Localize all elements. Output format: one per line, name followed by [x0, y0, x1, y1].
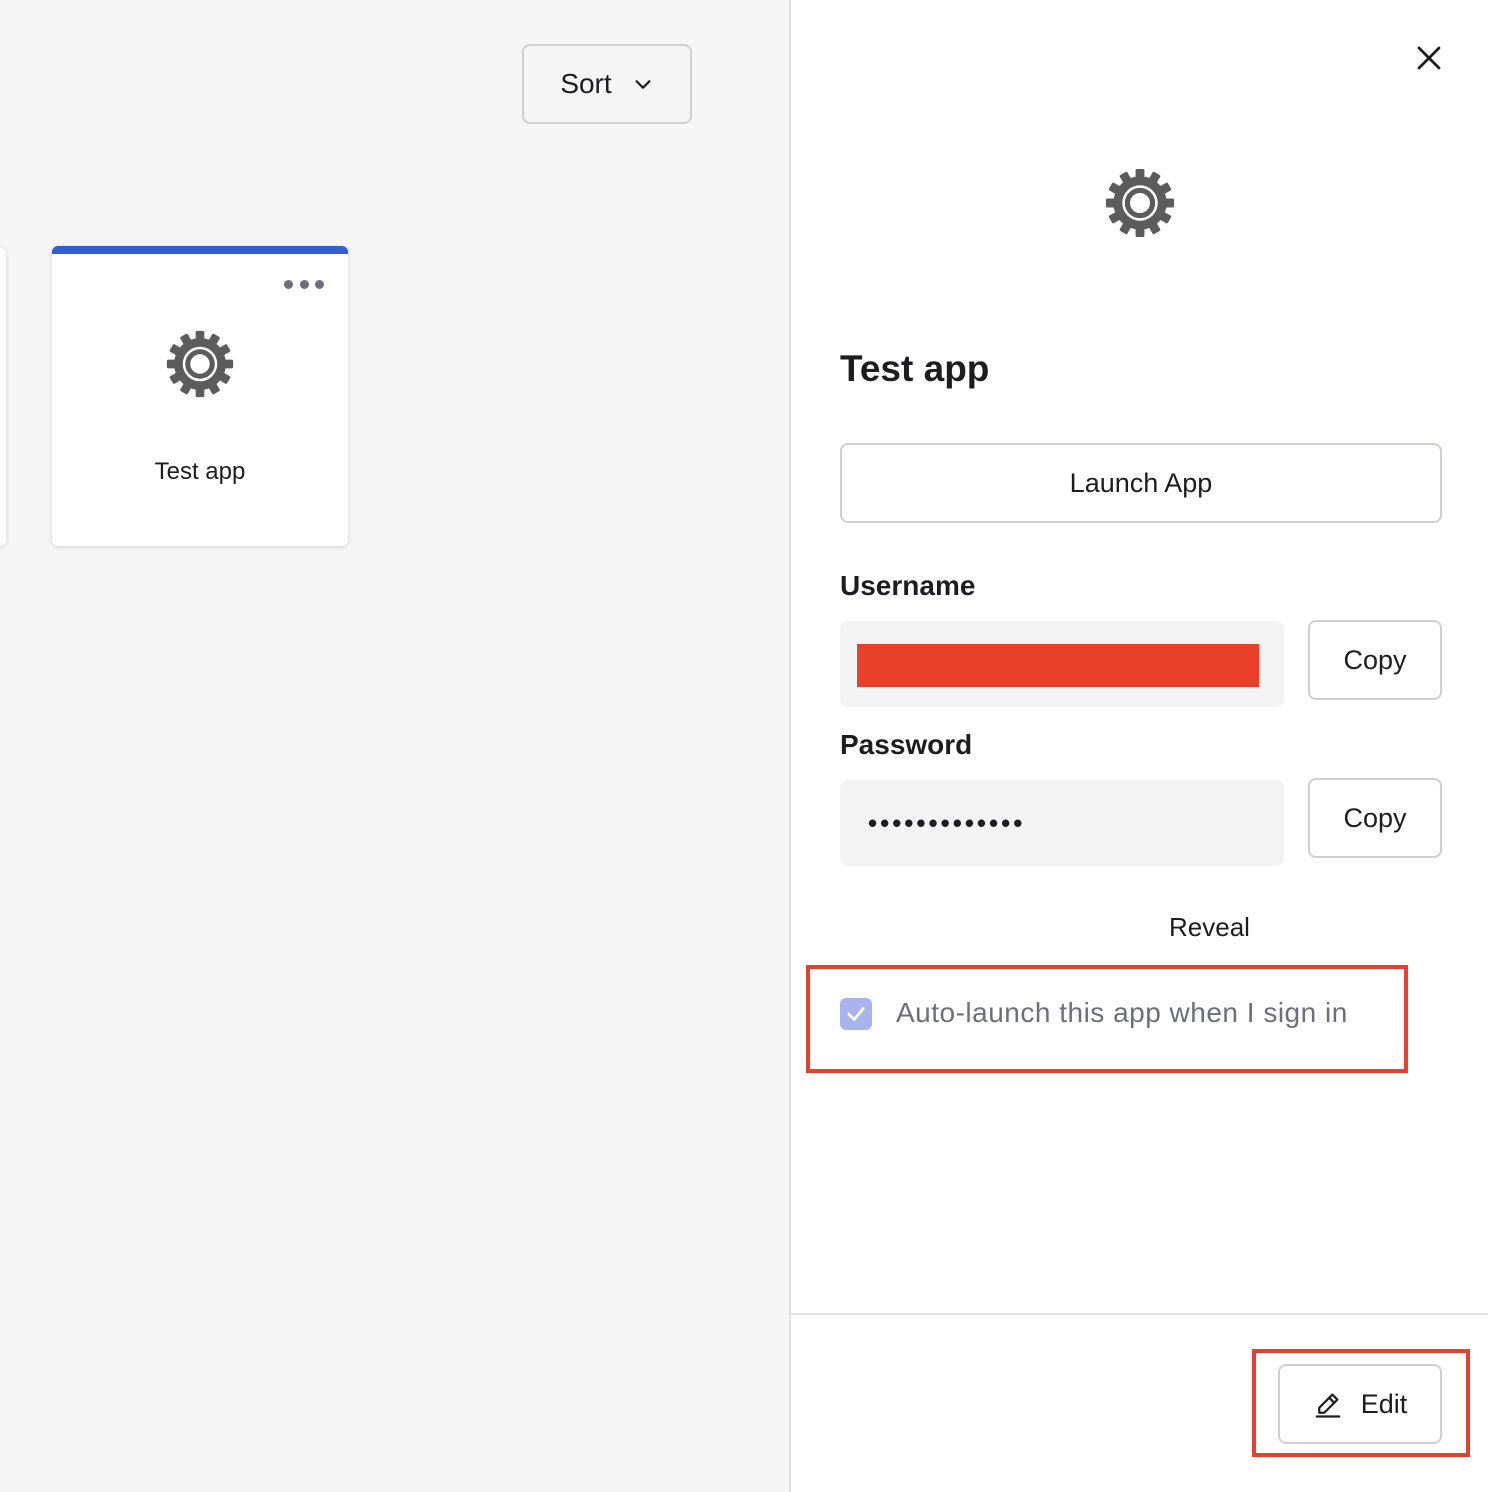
app-card-label: Test app: [154, 458, 246, 485]
password-field[interactable]: •••••••••••••: [840, 780, 1284, 866]
pencil-icon: [1315, 1393, 1341, 1418]
footer-divider: [791, 1313, 1488, 1315]
launch-app-button[interactable]: Launch App: [840, 443, 1442, 523]
gear-icon: [166, 330, 234, 398]
copy-username-button[interactable]: Copy: [1308, 620, 1442, 700]
edit-label: Edit: [1360, 1388, 1408, 1419]
reveal-password-link[interactable]: Reveal: [1169, 912, 1250, 943]
autolaunch-label[interactable]: Auto-launch this app when I sign in: [896, 997, 1348, 1029]
app-card-partial[interactable]: [0, 248, 6, 546]
card-accent-bar: [52, 246, 348, 254]
autolaunch-checkbox[interactable]: [840, 998, 872, 1030]
copy-password-button[interactable]: Copy: [1308, 778, 1442, 858]
password-value: •••••••••••••: [868, 808, 1026, 838]
gear-icon: [1105, 168, 1175, 238]
close-button[interactable]: [1411, 40, 1447, 76]
more-horizontal-icon[interactable]: [282, 274, 326, 294]
sort-button[interactable]: Sort: [522, 44, 692, 124]
chevron-down-icon: [635, 80, 651, 89]
app-detail-drawer: Test app Launch App Username Copy Passwo…: [789, 0, 1488, 1492]
app-dashboard: Sort Test app Test app Launch App Userna…: [0, 0, 1488, 1492]
app-card-test-app[interactable]: Test app: [52, 246, 348, 546]
username-redaction: [857, 644, 1259, 687]
edit-button[interactable]: Edit: [1278, 1364, 1442, 1444]
username-label: Username: [840, 570, 976, 601]
drawer-title: Test app: [840, 348, 990, 389]
close-icon: [1417, 46, 1441, 70]
checkmark-icon: [847, 1007, 865, 1021]
password-label: Password: [840, 729, 973, 760]
sort-label: Sort: [560, 68, 612, 99]
app-grid-area: Sort Test app: [0, 0, 789, 1492]
username-field[interactable]: [840, 621, 1284, 707]
